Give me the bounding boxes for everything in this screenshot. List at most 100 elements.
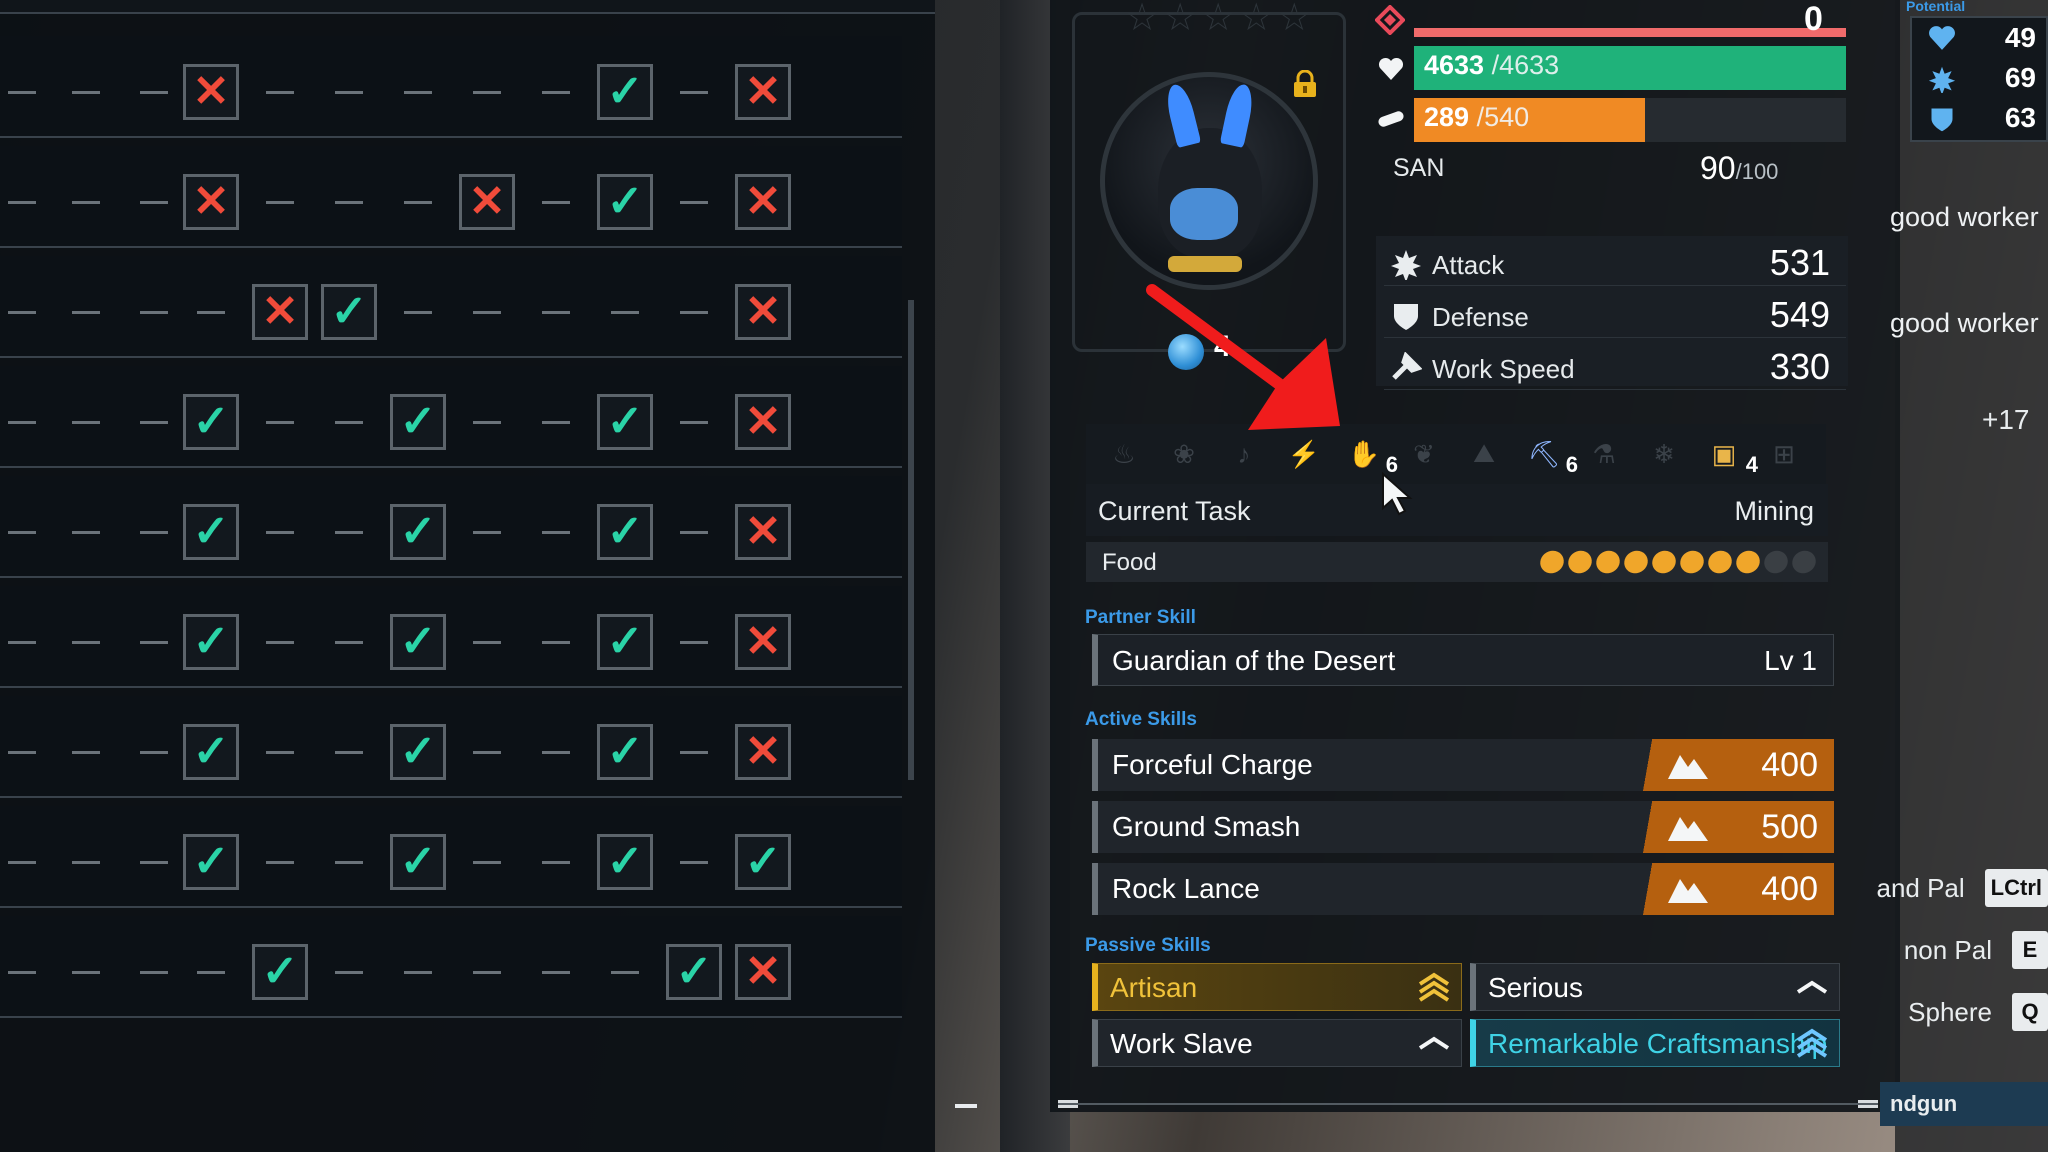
keycap: LCtrl (1984, 869, 2048, 907)
table-scrollbar[interactable] (908, 300, 914, 780)
passive-skill-serious[interactable]: Serious (1470, 963, 1840, 1011)
table-row[interactable]: ✕ ✕ ✓ ✕ (0, 146, 902, 248)
dash-icon (666, 504, 722, 560)
stamina-icon (1376, 104, 1406, 134)
skill-power: 400 (1761, 745, 1818, 784)
dash-icon (666, 394, 722, 450)
dash-icon (58, 834, 114, 890)
active-skill-row[interactable]: Forceful Charge 400 (1092, 739, 1834, 791)
farming-icon[interactable]: ⊞ (1764, 434, 1804, 474)
active-skill-name: Forceful Charge (1112, 749, 1313, 780)
food-pip-icon (1564, 546, 1596, 578)
table-row[interactable]: ✓ ✓ ✓ ✕ (0, 696, 902, 798)
food-pip-icon (1648, 546, 1680, 578)
dash-icon (58, 64, 114, 120)
dash-icon (528, 504, 584, 560)
passive-skill-name: Artisan (1110, 972, 1198, 1003)
dash-icon (528, 394, 584, 450)
bottom-tab-label[interactable]: ndgun (1880, 1082, 2048, 1126)
table-row[interactable]: ✕ ✓ ✕ (0, 36, 902, 138)
dash-icon (666, 284, 722, 340)
stamina-current: 289 (1424, 102, 1470, 132)
food-pip-icon (1704, 546, 1736, 578)
dash-icon (58, 284, 114, 340)
dash-icon (0, 614, 50, 670)
check-icon: ✓ (183, 834, 239, 890)
food-label: Food (1102, 549, 1157, 576)
rank-stars-icon: ☆☆☆☆☆ (1125, 0, 1316, 39)
stat-row-defense: Defense 549 (1384, 292, 1846, 338)
right-side-panel (1895, 0, 2048, 1152)
food-row: Food (1086, 542, 1828, 582)
dash-icon (0, 834, 50, 890)
watering-icon[interactable]: ❀ (1164, 434, 1204, 474)
gathering-icon[interactable]: ❦ (1404, 434, 1444, 474)
command-text: Sphere (1908, 996, 1992, 1027)
work-level: 6 (1565, 452, 1578, 477)
passive-skills-heading: Passive Skills (1085, 935, 1211, 956)
hp-max: /4633 (1484, 50, 1560, 80)
dash-icon (321, 394, 377, 450)
check-icon: ✓ (183, 504, 239, 560)
current-task-row: Current Task Mining (1086, 484, 1828, 536)
dash-icon (126, 614, 182, 670)
planting-icon[interactable]: ♪ (1224, 434, 1264, 474)
medicine-production-icon[interactable]: ⚗ (1584, 434, 1624, 474)
san-current: 90 (1700, 150, 1736, 186)
dash-icon (528, 834, 584, 890)
partner-skill-row[interactable]: Guardian of the Desert Lv 1 (1092, 634, 1834, 686)
dash-icon (183, 284, 239, 340)
active-skill-name: Ground Smash (1112, 811, 1301, 842)
cross-icon: ✕ (252, 284, 308, 340)
passive-skill-name: Work Slave (1110, 1028, 1253, 1059)
defense-potential-icon (1928, 105, 1956, 133)
potential-row: 49 (1914, 20, 2048, 60)
command-hint[interactable]: Sphere Q (1908, 990, 2048, 1034)
dash-icon (528, 284, 584, 340)
dash-icon (459, 944, 515, 1000)
active-skill-row[interactable]: Rock Lance 400 (1092, 863, 1834, 915)
food-pip-icon (1592, 546, 1624, 578)
dash-icon (126, 504, 182, 560)
exp-icon (1374, 4, 1406, 36)
partner-skill-level: Lv 1 (1764, 645, 1817, 676)
potential-value: 63 (2004, 102, 2036, 133)
panel-scroll-track[interactable] (1058, 1103, 1878, 1105)
passive-skill-remarkable-craftsmanship[interactable]: Remarkable Craftsmanship (1470, 1019, 1840, 1067)
cross-icon: ✕ (735, 64, 791, 120)
handiwork-icon[interactable]: ✋ 6 (1344, 434, 1398, 478)
dash-icon (126, 834, 182, 890)
table-row[interactable]: ✓ ✓ ✓ ✕ (0, 586, 902, 688)
check-icon: ✓ (183, 394, 239, 450)
lumbering-icon[interactable]: ⛰ (1464, 434, 1504, 474)
passive-skill-work-slave[interactable]: Work Slave (1092, 1019, 1462, 1067)
food-pip-icon (1788, 546, 1820, 578)
dash-icon (58, 174, 114, 230)
command-hint[interactable]: non Pal E (1904, 928, 2048, 972)
kindling-icon[interactable]: ♨ (1104, 434, 1144, 474)
lock-icon[interactable] (1292, 69, 1318, 98)
passive-skill-artisan[interactable]: Artisan (1092, 963, 1462, 1011)
cross-icon: ✕ (735, 724, 791, 780)
table-row[interactable]: ✕ ✓ ✕ (0, 256, 902, 358)
hp-current: 4633 (1424, 50, 1485, 80)
dash-icon (0, 944, 50, 1000)
cooling-icon[interactable]: ❄ (1644, 434, 1684, 474)
transporting-icon[interactable]: ▣ 4 (1704, 434, 1758, 478)
check-icon: ✓ (183, 724, 239, 780)
generating-electricity-icon[interactable]: ⚡ (1284, 434, 1324, 474)
table-row[interactable]: ✓ ✓ ✓ ✓ (0, 806, 902, 908)
check-icon: ✓ (390, 614, 446, 670)
mining-icon[interactable]: ⛏ 6 (1524, 434, 1578, 478)
command-hint[interactable]: and Pal LCtrl (1876, 866, 2048, 910)
bonus-value: +17 (1982, 404, 2030, 435)
stat-value: 531 (1769, 242, 1830, 283)
check-icon: ✓ (597, 394, 653, 450)
table-row[interactable]: ✓ ✓ ✓ ✕ (0, 366, 902, 468)
table-row[interactable]: ✓ ✓ ✓ ✕ (0, 476, 902, 578)
active-skill-row[interactable]: Ground Smash 500 (1092, 801, 1834, 853)
keycap: Q (2012, 993, 2048, 1031)
table-row[interactable]: ✓ ✓ ✕ (0, 916, 902, 1018)
passive-skill-name: Serious (1488, 972, 1583, 1003)
pal-face (1170, 188, 1238, 240)
